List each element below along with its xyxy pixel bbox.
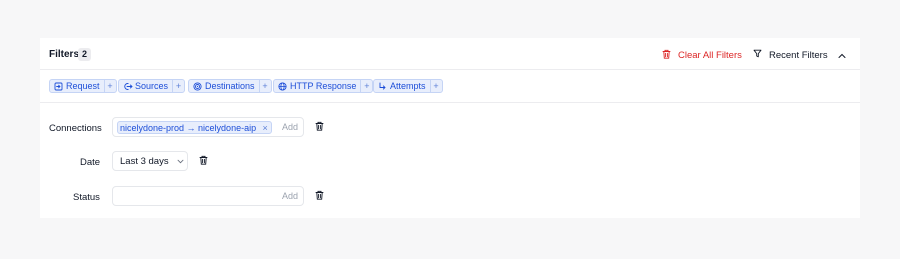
filter-funnel-icon: [753, 49, 762, 61]
trash-icon: [662, 49, 671, 62]
chevron-up-icon: [838, 46, 846, 64]
sources-icon: [121, 80, 134, 92]
filter-type-attempts[interactable]: Attempts +: [373, 79, 443, 93]
clear-all-filters-button[interactable]: Clear All Filters: [662, 48, 742, 62]
filter-type-label: Destinations: [205, 81, 255, 91]
plus-icon: +: [172, 80, 184, 92]
filters-header: Filters 2 Clear All Filters Recent Filte…: [40, 38, 860, 70]
filters-panel: Filters 2 Clear All Filters Recent Filte…: [40, 38, 860, 218]
date-value: Last 3 days: [120, 155, 169, 167]
connection-value-chip: nicelydone-prod → nicelydone-aip ×: [117, 121, 273, 134]
connections-add-placeholder: Add: [281, 122, 298, 132]
clear-all-filters-label: Clear All Filters: [678, 49, 742, 61]
request-icon: [52, 80, 65, 92]
delete-status-filter-button[interactable]: [313, 190, 325, 202]
delete-connections-filter-button[interactable]: [313, 121, 325, 133]
recent-filters-button[interactable]: Recent Filters: [753, 48, 828, 62]
filter-count-badge: 2: [78, 48, 91, 61]
trash-icon: [315, 187, 324, 205]
filter-type-label: Sources: [135, 81, 169, 91]
filters-title: Filters: [49, 49, 80, 60]
status-add-placeholder: Add: [281, 191, 298, 201]
destinations-icon: [191, 80, 204, 92]
status-label: Status: [73, 192, 100, 203]
remove-connection-icon[interactable]: ×: [259, 123, 271, 133]
plus-icon: +: [360, 80, 372, 92]
status-input[interactable]: Add: [112, 186, 304, 206]
collapse-button[interactable]: [835, 48, 849, 62]
trash-icon: [199, 152, 208, 170]
filter-type-label: HTTP Response: [290, 81, 357, 91]
recent-filters-label: Recent Filters: [769, 49, 828, 61]
filter-type-sources[interactable]: Sources +: [118, 79, 186, 93]
attempts-arrow-icon: [376, 80, 389, 92]
globe-icon: [276, 80, 289, 92]
trash-icon: [315, 118, 324, 136]
filter-type-destinations[interactable]: Destinations +: [188, 79, 272, 93]
chevron-down-icon: [177, 156, 184, 167]
filter-type-request[interactable]: Request +: [49, 79, 117, 93]
filter-type-label: Attempts: [390, 81, 426, 91]
date-label: Date: [80, 157, 101, 168]
date-select[interactable]: Last 3 days: [112, 151, 188, 171]
filter-type-label: Request: [66, 81, 100, 91]
connections-input[interactable]: nicelydone-prod → nicelydone-aip × Add: [112, 117, 304, 137]
connection-value-text: nicelydone-prod → nicelydone-aip: [120, 122, 257, 133]
filter-type-http-response[interactable]: HTTP Response +: [273, 79, 374, 93]
delete-date-filter-button[interactable]: [197, 155, 209, 167]
plus-icon: +: [258, 80, 271, 92]
filter-types-row: Request + Sources + Destinations + HTTP …: [40, 71, 860, 103]
plus-icon: +: [103, 80, 116, 92]
plus-icon: +: [429, 80, 442, 92]
connections-label: Connections: [49, 123, 102, 134]
